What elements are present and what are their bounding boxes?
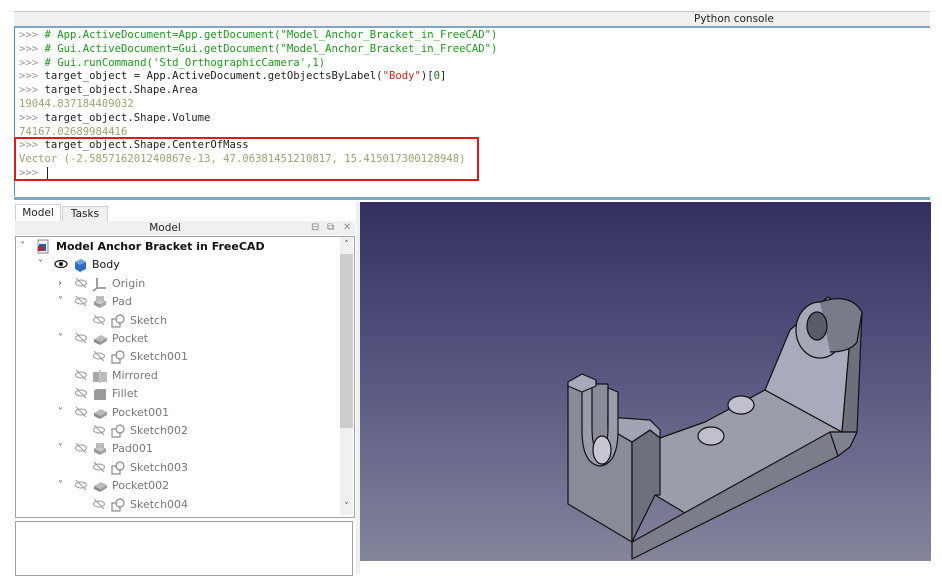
tree-item-label: Pad <box>112 295 132 309</box>
document-icon <box>36 239 52 255</box>
eye-hidden-icon[interactable] <box>74 478 88 492</box>
eye-hidden-icon[interactable] <box>74 386 88 400</box>
origin-icon <box>92 276 108 292</box>
tree-item-sketch004[interactable]: Sketch004 <box>16 496 341 514</box>
console-line: >>> # Gui.runCommand('Std_OrthographicCa… <box>19 56 326 69</box>
tree-item-label: Sketch <box>130 313 168 327</box>
body-icon <box>72 257 88 273</box>
pocket-icon <box>92 331 108 347</box>
boss-hole <box>806 311 828 341</box>
tree-item-label: Model Anchor Bracket in FreeCAD <box>56 240 265 253</box>
pad-icon <box>92 441 108 457</box>
tree-item-label: Sketch004 <box>130 497 189 511</box>
highlight-annotation <box>14 137 479 181</box>
pad-icon <box>92 294 108 310</box>
eye-hidden-icon[interactable] <box>92 460 106 474</box>
chevron-down-icon[interactable]: ˅ <box>58 440 68 458</box>
console-line: >>> target_object.Shape.Volume <box>19 111 211 124</box>
sketch-icon <box>110 313 126 329</box>
model-tree[interactable]: ˅ Model Anchor Bracket in FreeCAD ˅ Body › Or… <box>15 236 355 518</box>
console-line: >>> target_object.Shape.Area <box>19 84 198 97</box>
splitter[interactable] <box>14 197 930 200</box>
base-hole-1 <box>727 395 755 415</box>
chevron-down-icon[interactable]: ˅ <box>20 238 30 256</box>
pocket-icon <box>92 405 108 421</box>
panel-header: Model ⊟ ⧉ ✕ <box>15 221 355 235</box>
tree-item-label: Pocket001 <box>112 405 170 419</box>
tree-item-label: Mirrored <box>112 368 158 382</box>
eye-hidden-icon[interactable] <box>92 313 106 327</box>
property-panel[interactable] <box>15 521 353 576</box>
eye-hidden-icon[interactable] <box>92 423 106 437</box>
tree-item-fillet[interactable]: Fillet <box>16 385 341 403</box>
tree-item-label: Pocket <box>112 332 149 345</box>
base-hole-2 <box>697 426 725 446</box>
tree-item-pad[interactable]: ˅ Pad <box>16 293 341 311</box>
fillet-icon <box>92 386 108 402</box>
tree-item-label: Fillet <box>112 387 138 401</box>
eye-hidden-icon[interactable] <box>74 441 88 455</box>
dock-float-icon[interactable]: ⊟ <box>311 221 319 235</box>
tree-item-label: Pad001 <box>112 442 153 456</box>
clip-block-side <box>631 429 661 543</box>
tree-item-sketch003[interactable]: Sketch003 <box>16 459 341 477</box>
tree-item-label: Body <box>92 258 120 272</box>
tree-item-sketch[interactable]: Sketch <box>16 312 341 330</box>
console-titlebar: Python console <box>14 11 930 28</box>
3d-viewport[interactable] <box>360 202 931 561</box>
console-output: 19044.837184409032 <box>19 98 134 110</box>
chevron-down-icon[interactable]: ˅ <box>58 477 68 495</box>
chevron-down-icon[interactable]: ˅ <box>58 293 68 311</box>
eye-hidden-icon[interactable] <box>74 294 88 308</box>
tree-item-origin[interactable]: › Origin <box>16 275 341 293</box>
tree-item-label: Sketch002 <box>130 424 189 437</box>
eye-hidden-icon[interactable] <box>74 276 88 290</box>
eye-hidden-icon[interactable] <box>92 497 106 511</box>
tree-item-model-anchor-bracket-in-freecad[interactable]: ˅ Model Anchor Bracket in FreeCAD <box>16 238 341 256</box>
scroll-down-icon[interactable]: ˅ <box>340 500 353 514</box>
tab-model[interactable]: Model <box>15 204 61 222</box>
pocket-icon <box>92 478 108 494</box>
sketch-icon <box>110 349 126 365</box>
eye-hidden-icon[interactable] <box>74 368 88 382</box>
tree-item-pocket001[interactable]: ˅ Pocket001 <box>16 404 341 422</box>
eye-hidden-icon[interactable] <box>74 405 88 419</box>
scrollbar-thumb[interactable] <box>340 254 353 428</box>
sketch-icon <box>110 497 126 513</box>
tree-item-mirrored[interactable]: Mirrored <box>16 367 341 385</box>
chevron-down-icon[interactable]: ˅ <box>58 404 68 422</box>
eye-hidden-icon[interactable] <box>92 349 106 363</box>
close-icon[interactable]: ✕ <box>343 221 351 235</box>
scroll-up-icon[interactable]: ˄ <box>340 238 353 252</box>
chevron-right-icon[interactable]: › <box>58 275 68 293</box>
tree-item-sketch002[interactable]: Sketch002 <box>16 422 341 440</box>
console-line: >>> # Gui.ActiveDocument=Gui.getDocument… <box>19 42 498 55</box>
tree-item-label: Pocket002 <box>112 479 170 493</box>
tree-item-label: Origin <box>112 276 146 290</box>
console-line: >>> # App.ActiveDocument=App.getDocument… <box>19 29 498 41</box>
chevron-down-icon[interactable]: ˅ <box>38 256 48 274</box>
tree-item-body[interactable]: ˅ Body <box>16 256 341 274</box>
dock-restore-icon[interactable]: ⧉ <box>327 221 334 235</box>
tree-item-label: Sketch001 <box>130 350 189 364</box>
sketch-icon <box>110 423 126 439</box>
chevron-down-icon[interactable]: ˅ <box>58 330 68 348</box>
console-title: Python console <box>694 13 774 25</box>
console-line: >>> target_object = App.ActiveDocument.g… <box>19 70 447 83</box>
tree-item-pocket002[interactable]: ˅ Pocket002 <box>16 477 341 495</box>
eye-hidden-icon[interactable] <box>74 331 88 345</box>
tree-item-sketch001[interactable]: Sketch001 <box>16 348 341 366</box>
tree-item-pocket[interactable]: ˅ Pocket <box>16 330 341 348</box>
clip-bore <box>592 435 612 465</box>
mirrored-icon <box>92 368 108 384</box>
panel-title: Model <box>149 222 181 234</box>
tree-item-pad001[interactable]: ˅ Pad001 <box>16 440 341 458</box>
model-render[interactable] <box>360 202 931 561</box>
sketch-icon <box>110 460 126 476</box>
tree-item-label: Sketch003 <box>130 460 189 474</box>
eye-icon[interactable] <box>54 257 68 271</box>
